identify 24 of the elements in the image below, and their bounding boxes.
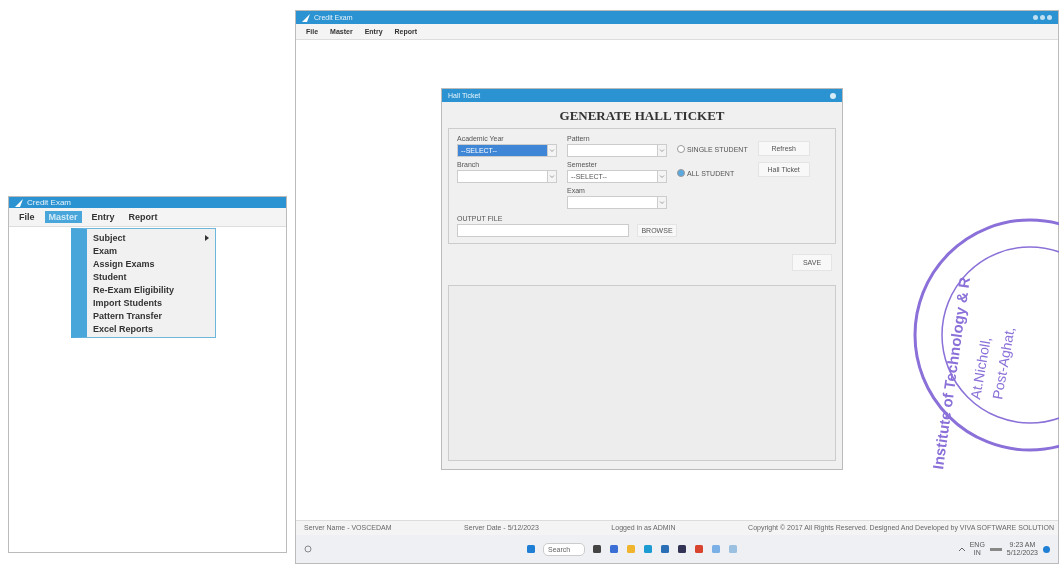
dialog-heading: GENERATE HALL TICKET xyxy=(558,108,726,124)
network-icon[interactable] xyxy=(989,546,1002,552)
notification-icon[interactable] xyxy=(1043,545,1050,553)
menu-item[interactable]: Exam xyxy=(87,244,215,257)
app-logo-icon xyxy=(302,13,310,22)
window-title: Credit Exam xyxy=(27,198,71,207)
app-icon[interactable] xyxy=(677,544,687,554)
menu-item[interactable]: Entry xyxy=(87,211,119,223)
close-icon[interactable] xyxy=(830,92,836,99)
menu-item[interactable]: Assign Exams xyxy=(87,257,215,270)
dropdown-field[interactable] xyxy=(567,196,667,209)
dropdown-field[interactable] xyxy=(567,144,667,157)
menu-item[interactable]: Import Students xyxy=(87,296,215,309)
output-file-field[interactable] xyxy=(457,224,629,237)
submenu-arrow-icon xyxy=(205,234,209,241)
menu-item[interactable]: Student xyxy=(87,270,215,283)
menu-item[interactable]: Pattern Transfer xyxy=(87,309,215,322)
tray-chevron-icon[interactable] xyxy=(958,547,965,551)
menu-item[interactable]: Excel Reports xyxy=(87,322,215,335)
menu-item[interactable]: File xyxy=(15,211,39,223)
menu-item[interactable]: Subject xyxy=(87,231,215,244)
dropdown-field[interactable] xyxy=(457,170,557,183)
menu-item[interactable]: Re-Exam Eligibility xyxy=(87,283,215,296)
menu-item[interactable]: Report xyxy=(124,211,162,223)
